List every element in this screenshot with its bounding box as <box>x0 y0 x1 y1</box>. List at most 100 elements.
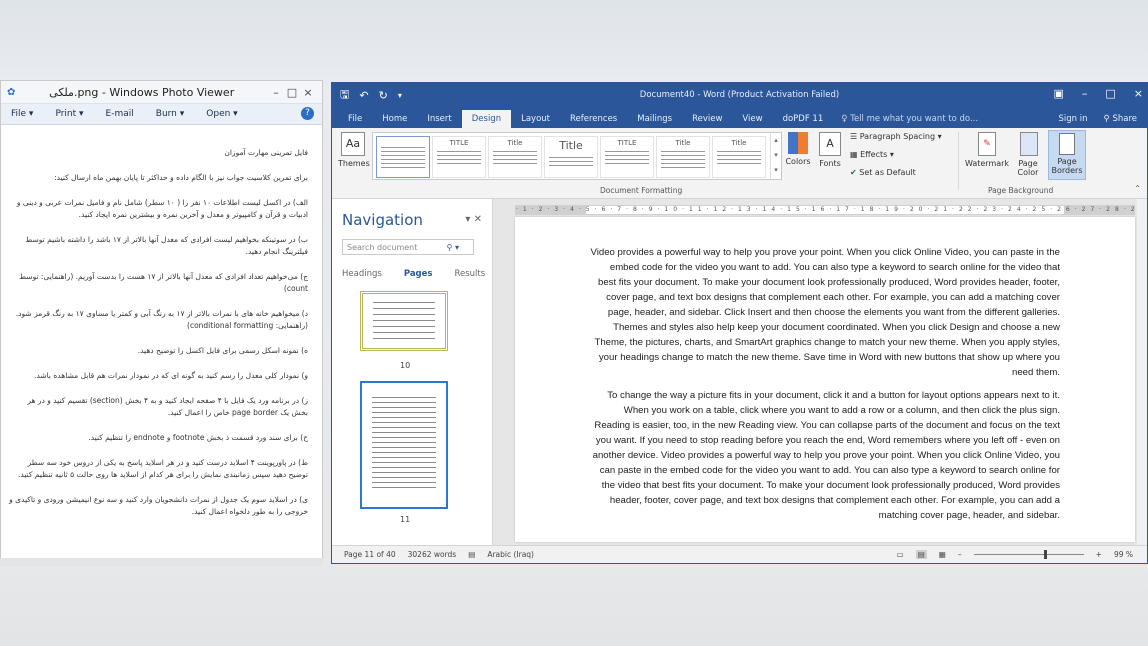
collapse-ribbon-icon[interactable]: ⌃ <box>1134 184 1141 193</box>
effects-icon: ▦ <box>850 150 861 159</box>
photo-viewer-app-icon: ✿ <box>7 86 16 98</box>
style-set-thumb[interactable] <box>376 136 430 178</box>
minimize-button[interactable]: – <box>1082 87 1088 100</box>
page-color-button[interactable]: Page Color <box>1014 132 1044 177</box>
search-placeholder: Search document <box>347 243 418 252</box>
tab-insert[interactable]: Insert <box>417 114 461 128</box>
tab-references[interactable]: References <box>560 114 627 128</box>
nav-tab-headings[interactable]: Headings <box>342 269 382 279</box>
word-count-status[interactable]: 30262 words <box>408 550 457 559</box>
nav-tab-results[interactable]: Results <box>454 269 485 279</box>
document-paragraph[interactable]: Video provides a powerful way to help yo… <box>590 245 1061 380</box>
word-window: 🖫 ↶ ↻ ▾ Document40 - Word (Product Activ… <box>331 82 1148 564</box>
style-set-title: Title <box>559 139 583 152</box>
colors-icon <box>788 132 808 154</box>
photo-line: برای تمرین کلاسیت جواب نیز با الگام داده… <box>54 173 308 182</box>
themes-button[interactable]: Aa Themes <box>338 132 370 168</box>
photo-line: ه) نمونه اسکل رسمی برای فایل اکسل را توض… <box>137 346 308 355</box>
zoom-level[interactable]: 99 % <box>1114 550 1133 559</box>
proofing-icon[interactable]: ▤ <box>468 550 475 559</box>
navigation-controls[interactable]: ▾ ✕ <box>465 214 482 225</box>
navigation-pane: Navigation ▾ ✕ Search document ⚲ ▾ Headi… <box>332 199 493 546</box>
document-paragraph[interactable]: To change the way a picture fits in your… <box>590 388 1060 523</box>
style-set-thumb[interactable]: Title <box>656 136 710 178</box>
ribbon-display-button[interactable]: ▣ <box>1053 87 1063 100</box>
document-page[interactable]: Video provides a powerful way to help yo… <box>515 217 1135 542</box>
watermark-button[interactable]: ✎ Watermark <box>964 132 1010 168</box>
style-set-thumb[interactable]: Title <box>544 136 598 178</box>
colors-button[interactable]: Colors <box>784 132 812 166</box>
minimize-button[interactable]: – <box>268 86 284 99</box>
style-set-thumb[interactable]: TITLE <box>432 136 486 178</box>
style-set-title: TITLE <box>449 139 469 147</box>
language-status[interactable]: Arabic (Iraq) <box>487 550 534 559</box>
fonts-button[interactable]: A Fonts <box>816 132 844 168</box>
zoom-out-button[interactable]: – <box>958 550 962 559</box>
group-page-background: Page Background <box>988 186 1054 195</box>
photo-line: ح) برای سند ورد قسمت ذ بخش footnote و en… <box>88 433 308 442</box>
menu-open[interactable]: Open ▾ <box>206 109 237 119</box>
tell-me-input[interactable]: ♀ Tell me what you want to do... <box>841 114 978 128</box>
navigation-tabs: Headings Pages Results <box>342 269 485 279</box>
tab-design[interactable]: Design <box>461 110 512 128</box>
vertical-scrollbar[interactable] <box>1137 199 1147 546</box>
photo-line: ی) در اسلاید سوم یک جدول از نمرات دانشجو… <box>9 495 308 516</box>
style-set-title: Title <box>507 139 523 147</box>
tab-mailings[interactable]: Mailings <box>627 114 682 128</box>
tab-home[interactable]: Home <box>372 114 417 128</box>
colors-label: Colors <box>785 157 811 166</box>
style-set-title: TITLE <box>617 139 637 147</box>
web-layout-icon[interactable]: ▦ <box>939 550 946 559</box>
share-button[interactable]: ⚲ Share <box>1104 114 1137 124</box>
gallery-scroll[interactable]: ▴ ▾ ▾ <box>770 133 781 179</box>
paragraph-spacing-label: Paragraph Spacing <box>859 132 936 141</box>
tab-file[interactable]: File <box>338 114 372 128</box>
photo-line: د) میخواهیم خانه های با نمرات بالاتر از … <box>15 309 308 330</box>
themes-label: Themes <box>338 159 370 168</box>
maximize-button[interactable]: □ <box>284 86 300 99</box>
close-button[interactable]: × <box>1134 87 1143 100</box>
page-thumbnail-11[interactable] <box>360 381 448 509</box>
zoom-slider[interactable] <box>973 550 1084 559</box>
page-borders-button[interactable]: Page Borders <box>1048 130 1086 180</box>
tab-layout[interactable]: Layout <box>511 114 560 128</box>
paragraph-spacing-icon: ☰ <box>850 132 860 141</box>
style-set-thumb[interactable]: Title <box>488 136 542 178</box>
print-layout-icon[interactable]: ▤ <box>915 550 927 559</box>
read-mode-icon[interactable]: ▭ <box>897 550 904 559</box>
ribbon-separator <box>958 132 959 190</box>
style-set-gallery: TITLE Title Title TITLE Title Title ▴ ▾ … <box>372 132 782 180</box>
photo-viewer-toolbar <box>0 558 323 566</box>
tab-dopdf[interactable]: doPDF 11 <box>773 114 834 128</box>
style-set-thumb[interactable]: Title <box>712 136 766 178</box>
menu-file[interactable]: File ▾ <box>11 109 33 119</box>
page-color-icon <box>1020 132 1038 156</box>
style-set-title: Title <box>731 139 747 147</box>
sign-in-link[interactable]: Sign in <box>1059 114 1088 124</box>
effects-button[interactable]: ▦ Effects ▾ <box>850 150 894 159</box>
nav-tab-pages[interactable]: Pages <box>404 269 433 279</box>
search-icon[interactable]: ⚲ ▾ <box>447 240 459 256</box>
document-body[interactable]: Video provides a powerful way to help yo… <box>590 245 1061 531</box>
tab-review[interactable]: Review <box>682 114 732 128</box>
menu-print[interactable]: Print ▾ <box>55 109 83 119</box>
help-icon[interactable]: ? <box>301 107 314 120</box>
search-document-input[interactable]: Search document ⚲ ▾ <box>342 239 474 255</box>
maximize-button[interactable]: □ <box>1105 87 1115 100</box>
menu-burn[interactable]: Burn ▾ <box>156 109 185 119</box>
set-as-default-button[interactable]: ✔ Set as Default <box>850 168 916 177</box>
check-icon: ✔ <box>850 168 860 177</box>
ribbon-tabs: File Home Insert Design Layout Reference… <box>332 108 1147 128</box>
close-button[interactable]: × <box>300 86 316 99</box>
photo-line: ج) می‌خواهیم تعداد افرادی که معدل آنها ب… <box>19 272 308 293</box>
tab-view[interactable]: View <box>732 114 772 128</box>
menu-email[interactable]: E-mail <box>106 109 134 119</box>
page-number-10: 10 <box>400 361 411 370</box>
horizontal-ruler[interactable]: ·1·2·3·4·5·6·7·8·9·10·11·12·13·14·15·16·… <box>515 205 1135 215</box>
page-count-status[interactable]: Page 11 of 40 <box>344 550 396 559</box>
page-thumbnail-10[interactable] <box>360 291 448 351</box>
style-set-thumb[interactable]: TITLE <box>600 136 654 178</box>
zoom-slider-knob[interactable] <box>1043 550 1047 559</box>
paragraph-spacing-button[interactable]: ☰ Paragraph Spacing ▾ <box>850 132 942 141</box>
zoom-in-button[interactable]: + <box>1096 550 1102 559</box>
